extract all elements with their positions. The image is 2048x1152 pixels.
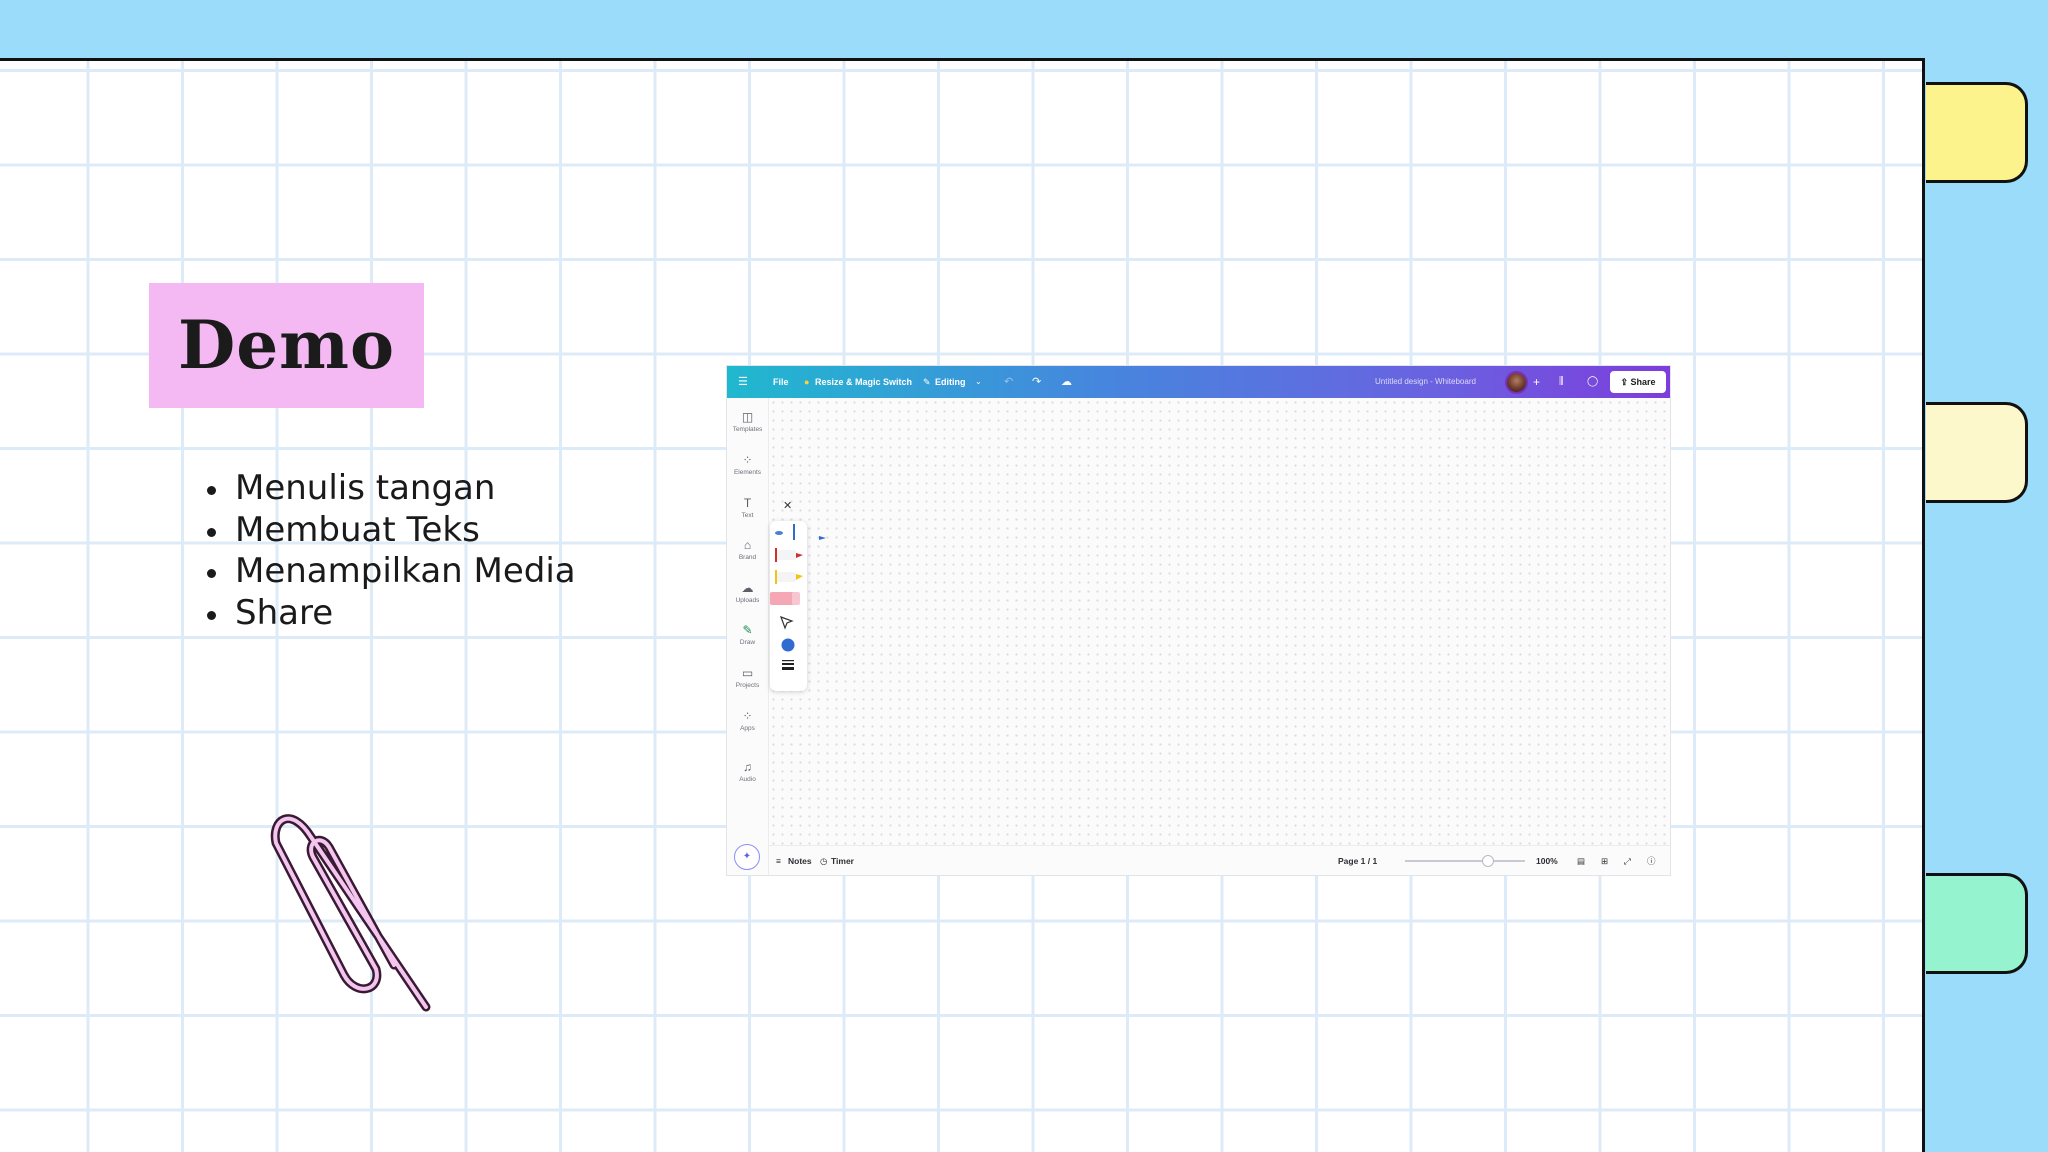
audio-icon: ♫: [743, 760, 752, 774]
text-icon: T: [743, 496, 752, 510]
whiteboard-canvas[interactable]: [769, 398, 1670, 845]
sidebar-item-label: Apps: [740, 725, 755, 732]
draw-tools-panel: [770, 521, 807, 691]
tab-yellow: [1926, 82, 2028, 183]
slide-title: Demo: [177, 306, 396, 384]
chevron-down-icon: ⌄: [975, 377, 982, 386]
zoom-level[interactable]: 100%: [1536, 846, 1558, 875]
magic-assistant-button[interactable]: ✦: [734, 844, 760, 870]
sidebar-item-label: Uploads: [735, 597, 760, 604]
bullet-item: Share: [201, 593, 576, 635]
zoom-slider[interactable]: [1405, 860, 1525, 862]
draw-icon: ✎: [742, 623, 753, 637]
eraser-tool[interactable]: [770, 592, 800, 605]
insights-icon[interactable]: ⫼: [1559, 366, 1564, 398]
canva-topbar: ☰ File ● Resize & Magic Switch ✎ Editing…: [727, 366, 1670, 398]
bullet-list: Menulis tangan Membuat Teks Menampilkan …: [201, 468, 576, 634]
uploads-icon: ☁: [741, 581, 754, 595]
grid-view-icon[interactable]: ⊞: [1601, 846, 1608, 875]
redo-icon[interactable]: ↷: [1032, 366, 1041, 398]
help-icon[interactable]: ⓘ: [1647, 846, 1656, 875]
share-button[interactable]: ⇪ Share: [1610, 371, 1666, 393]
stroke-weight-icon[interactable]: [782, 660, 794, 670]
sidebar-item-text[interactable]: T Text: [727, 495, 768, 520]
bullet-item: Membuat Teks: [201, 510, 576, 552]
templates-icon: ◫: [741, 410, 754, 424]
zoom-slider-handle[interactable]: [1482, 855, 1494, 867]
document-title[interactable]: Untitled design - Whiteboard: [1375, 366, 1476, 398]
marker-tool[interactable]: [775, 548, 803, 562]
sidebar-item-label: Text: [741, 512, 754, 519]
sidebar-item-projects[interactable]: ▭ Projects: [727, 665, 768, 690]
sidebar-item-uploads[interactable]: ☁ Uploads: [727, 580, 768, 605]
apps-icon: ⁘: [742, 709, 753, 723]
menu-icon[interactable]: ☰: [738, 366, 748, 398]
canva-bottombar: ≡ Notes ◷ Timer Page 1 / 1 100% ▤ ⊞ ⤢ ⓘ: [769, 845, 1670, 875]
sidebar-item-apps[interactable]: ⁘ Apps: [727, 708, 768, 733]
paperclip-icon: [270, 814, 431, 1012]
pen-tool[interactable]: [775, 524, 795, 540]
sidebar-item-brand[interactable]: ⌂ Brand: [727, 537, 768, 562]
sidebar-item-label: Projects: [735, 682, 760, 689]
brand-icon: ⌂: [743, 538, 752, 552]
sidebar-item-label: Audio: [739, 776, 756, 783]
resize-button[interactable]: Resize & Magic Switch: [815, 366, 912, 398]
notes-icon: ≡: [776, 856, 781, 866]
sidebar-item-audio[interactable]: ♫ Audio: [727, 759, 768, 784]
notes-button[interactable]: Notes: [788, 846, 812, 875]
cloud-save-icon[interactable]: ☁: [1061, 366, 1072, 398]
sidebar-item-elements[interactable]: ⁘ Elements: [727, 452, 768, 477]
sidebar-item-templates[interactable]: ◫ Templates: [727, 409, 768, 434]
select-arrow-icon[interactable]: [779, 615, 794, 630]
crown-icon: ●: [804, 377, 810, 387]
sidebar-item-label: Draw: [739, 639, 756, 646]
close-icon[interactable]: ✕: [783, 499, 792, 512]
tab-green: [1926, 873, 2028, 974]
bullet-item: Menulis tangan: [201, 468, 576, 510]
sidebar-item-label: Elements: [733, 469, 762, 476]
pages-view-icon[interactable]: ▤: [1577, 846, 1585, 875]
file-menu[interactable]: File: [773, 366, 789, 398]
undo-icon[interactable]: ↶: [1004, 366, 1013, 398]
elements-icon: ⁘: [742, 453, 753, 467]
pen-cursor-icon: [819, 536, 826, 540]
share-label: Share: [1630, 377, 1656, 387]
share-icon: ⇪: [1620, 377, 1628, 387]
highlighter-tool[interactable]: [775, 570, 803, 584]
add-collaborator-icon[interactable]: +: [1533, 366, 1540, 398]
pencil-icon: ✎: [923, 377, 931, 387]
color-swatch[interactable]: [781, 638, 795, 652]
sidebar-item-label: Templates: [732, 426, 763, 433]
timer-icon: ◷: [820, 856, 828, 866]
editing-dropdown[interactable]: Editing: [935, 366, 966, 398]
avatar[interactable]: [1507, 373, 1526, 392]
fullscreen-icon[interactable]: ⤢: [1624, 846, 1631, 875]
comment-icon[interactable]: ◯: [1587, 366, 1598, 398]
title-highlight: Demo: [149, 283, 424, 408]
projects-icon: ▭: [741, 666, 754, 680]
bullet-item: Menampilkan Media: [201, 551, 576, 593]
page-indicator[interactable]: Page 1 / 1: [1338, 846, 1377, 875]
canva-sidebar: ◫ Templates ⁘ Elements T Text ⌂ Brand ☁ …: [727, 398, 769, 875]
sidebar-item-draw[interactable]: ✎ Draw: [727, 622, 768, 647]
sidebar-item-label: Brand: [738, 554, 757, 561]
canva-screenshot: ☰ File ● Resize & Magic Switch ✎ Editing…: [727, 366, 1670, 875]
tab-cream: [1926, 402, 2028, 503]
timer-button[interactable]: Timer: [831, 846, 854, 875]
